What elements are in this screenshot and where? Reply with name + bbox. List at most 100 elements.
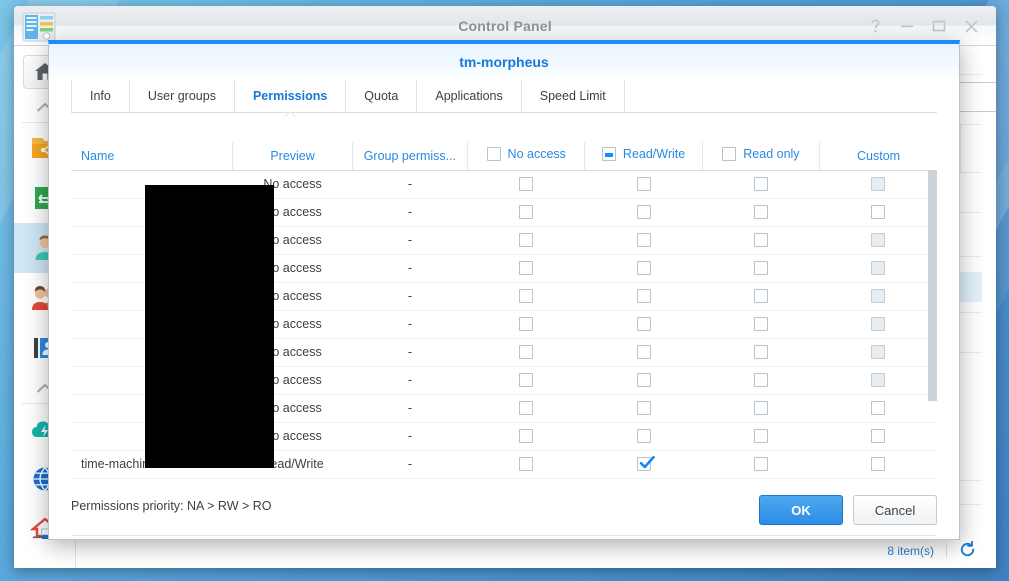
cell-read-only[interactable] [702, 198, 819, 226]
read-write-checkbox[interactable] [637, 289, 651, 303]
minimize-button[interactable] [892, 11, 922, 41]
cell-no-access[interactable] [468, 198, 585, 226]
help-button[interactable] [860, 11, 890, 41]
column-header-no_access[interactable]: No access [468, 142, 585, 170]
cell-no-access[interactable] [468, 366, 585, 394]
custom-checkbox[interactable] [871, 457, 885, 471]
no-access-checkbox[interactable] [519, 429, 533, 443]
cell-read-only[interactable] [702, 394, 819, 422]
no-access-checkbox[interactable] [519, 345, 533, 359]
read-only-checkbox[interactable] [754, 345, 768, 359]
cell-no-access[interactable] [468, 394, 585, 422]
cell-read-only[interactable] [702, 254, 819, 282]
cell-read-write[interactable] [585, 254, 702, 282]
tab-permissions[interactable]: Permissions [235, 80, 346, 112]
read-only-checkbox[interactable] [754, 261, 768, 275]
read-write-checkbox[interactable] [637, 401, 651, 415]
no-access-checkbox[interactable] [519, 233, 533, 247]
cell-custom[interactable] [820, 338, 937, 366]
cell-no-access[interactable] [468, 254, 585, 282]
read-write-checkbox[interactable] [637, 233, 651, 247]
tab-applications[interactable]: Applications [417, 80, 521, 112]
cell-custom[interactable] [820, 366, 937, 394]
cell-no-access[interactable] [468, 226, 585, 254]
refresh-icon[interactable] [947, 541, 986, 561]
cell-read-only[interactable] [702, 450, 819, 478]
column-header-group[interactable]: Group permiss... [352, 142, 467, 170]
cell-read-write[interactable] [585, 310, 702, 338]
maximize-button[interactable] [924, 11, 954, 41]
no-access-checkbox[interactable] [519, 177, 533, 191]
no-access-checkbox[interactable] [519, 457, 533, 471]
column-header-preview[interactable]: Preview [233, 142, 352, 170]
tab-info[interactable]: Info [71, 80, 130, 112]
read-only-checkbox[interactable] [754, 317, 768, 331]
cell-read-only[interactable] [702, 282, 819, 310]
custom-checkbox[interactable] [871, 429, 885, 443]
read-only-checkbox[interactable] [754, 401, 768, 415]
no-access-checkbox[interactable] [519, 317, 533, 331]
cell-read-only[interactable] [702, 226, 819, 254]
read-only-checkbox[interactable] [754, 177, 768, 191]
cell-no-access[interactable] [468, 450, 585, 478]
cell-no-access[interactable] [468, 338, 585, 366]
read-write-checkbox[interactable] [637, 177, 651, 191]
cell-read-write[interactable] [585, 170, 702, 198]
cell-read-only[interactable] [702, 422, 819, 450]
ok-button[interactable]: OK [759, 495, 843, 525]
custom-checkbox[interactable] [871, 401, 885, 415]
cell-read-only[interactable] [702, 366, 819, 394]
cell-custom[interactable] [820, 450, 937, 478]
no-access-checkbox[interactable] [519, 401, 533, 415]
cell-read-write[interactable] [585, 366, 702, 394]
cell-read-only[interactable] [702, 310, 819, 338]
table-scrollbar-thumb[interactable] [928, 170, 937, 401]
column-header-read_only[interactable]: Read only [702, 142, 819, 170]
cell-custom[interactable] [820, 282, 937, 310]
read-only-checkbox[interactable] [754, 233, 768, 247]
cell-read-only[interactable] [702, 338, 819, 366]
tab-user-groups[interactable]: User groups [130, 80, 235, 112]
read-write-checkbox[interactable] [637, 261, 651, 275]
no-access-checkbox[interactable] [519, 261, 533, 275]
read-only-checkbox[interactable] [754, 429, 768, 443]
cell-read-write[interactable] [585, 282, 702, 310]
cell-read-write[interactable] [585, 338, 702, 366]
cell-read-only[interactable] [702, 170, 819, 198]
read-write-checkbox[interactable] [637, 345, 651, 359]
no-access-checkbox[interactable] [519, 289, 533, 303]
read-write-checkbox[interactable] [637, 317, 651, 331]
cell-read-write[interactable] [585, 226, 702, 254]
no-access-checkbox[interactable] [519, 205, 533, 219]
cell-no-access[interactable] [468, 310, 585, 338]
cell-custom[interactable] [820, 198, 937, 226]
column-header-read_write[interactable]: Read/Write [585, 142, 702, 170]
cell-read-write[interactable] [585, 450, 702, 478]
cell-custom[interactable] [820, 170, 937, 198]
read-write-checkbox[interactable] [637, 205, 651, 219]
cancel-button[interactable]: Cancel [853, 495, 937, 525]
tab-speed-limit[interactable]: Speed Limit [522, 80, 625, 112]
select-all-checkbox-read_only[interactable] [722, 147, 736, 161]
read-only-checkbox[interactable] [754, 205, 768, 219]
cell-no-access[interactable] [468, 170, 585, 198]
read-write-checkbox[interactable] [637, 457, 651, 471]
cell-read-write[interactable] [585, 198, 702, 226]
column-header-name[interactable]: Name [71, 142, 233, 170]
select-all-checkbox-read_write[interactable] [602, 147, 616, 161]
no-access-checkbox[interactable] [519, 373, 533, 387]
read-only-checkbox[interactable] [754, 289, 768, 303]
cell-custom[interactable] [820, 394, 937, 422]
tab-quota[interactable]: Quota [346, 80, 417, 112]
cell-no-access[interactable] [468, 282, 585, 310]
sidebar-item-wireless[interactable] [14, 554, 75, 568]
cell-custom[interactable] [820, 226, 937, 254]
column-header-custom[interactable]: Custom [820, 142, 937, 170]
table-scrollbar[interactable] [928, 170, 937, 401]
read-write-checkbox[interactable] [637, 373, 651, 387]
cell-custom[interactable] [820, 422, 937, 450]
close-button[interactable] [956, 11, 986, 41]
cell-no-access[interactable] [468, 422, 585, 450]
cell-custom[interactable] [820, 310, 937, 338]
cell-read-write[interactable] [585, 422, 702, 450]
